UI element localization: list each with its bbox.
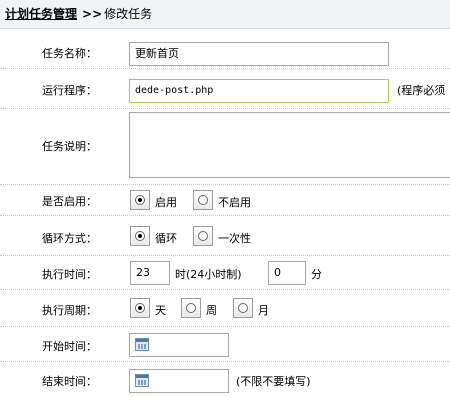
header-bar: 计划任务管理 >> 修改任务 (0, 0, 450, 29)
calendar-icon[interactable] (135, 338, 149, 351)
loop-option-once-label: 一次性 (218, 232, 251, 245)
breadcrumb: 计划任务管理 >> 修改任务 (5, 7, 152, 22)
row-loop-mode: 循环方式： 循环 一次性 (0, 216, 450, 256)
period-option-week-label: 周 (206, 304, 217, 317)
loop-radio-repeat[interactable] (130, 226, 150, 246)
end-time-label: 结束时间： (42, 375, 97, 388)
radio-checked-icon (135, 195, 145, 205)
row-exec-period: 执行周期： 天 周 月 (0, 290, 450, 327)
loop-radio-once[interactable] (193, 226, 213, 246)
enabled-option-on-label: 启用 (155, 196, 177, 209)
row-description: 任务说明： (0, 109, 450, 185)
loop-mode-label: 循环方式： (42, 232, 97, 245)
exec-time-label: 执行时间： (42, 268, 97, 281)
row-start-time: 开始时间： (0, 327, 450, 362)
start-time-label: 开始时间： (42, 340, 97, 353)
enabled-label: 是否启用： (42, 195, 97, 208)
period-radio-week[interactable] (181, 298, 201, 318)
period-option-month-label: 月 (258, 304, 269, 317)
enabled-radio-on[interactable] (130, 190, 150, 210)
breadcrumb-root-link[interactable]: 计划任务管理 (5, 7, 77, 21)
breadcrumb-current: 修改任务 (104, 7, 153, 21)
enabled-radio-off[interactable] (193, 190, 213, 210)
exec-hour-unit: 时(24小时制) (175, 268, 242, 281)
exec-minute-unit: 分 (311, 268, 322, 281)
row-exec-time: 执行时间： 23 时(24小时制) 0 分 (0, 256, 450, 290)
period-radio-month[interactable] (233, 298, 253, 318)
radio-unchecked-icon (186, 303, 196, 313)
row-task-name: 任务名称： 更新首页 (0, 36, 450, 69)
radio-checked-icon (135, 303, 145, 313)
task-name-label: 任务名称： (42, 47, 97, 60)
description-textarea[interactable] (129, 112, 450, 178)
breadcrumb-separator: >> (82, 7, 103, 21)
radio-unchecked-icon (198, 231, 208, 241)
row-end-time: 结束时间： (不限不要填写) (0, 362, 450, 397)
period-option-day-label: 天 (155, 304, 166, 317)
period-radio-day[interactable] (130, 298, 150, 318)
row-enabled: 是否启用： 启用 不启用 (0, 185, 450, 216)
row-program: 运行程序： dede-post.php (程序必须 (0, 69, 450, 109)
radio-unchecked-icon (238, 303, 248, 313)
program-input[interactable]: dede-post.php (129, 79, 389, 103)
task-name-input[interactable]: 更新首页 (129, 42, 389, 66)
exec-minute-input[interactable]: 0 (268, 261, 306, 285)
end-time-input[interactable] (129, 369, 229, 393)
program-note: (程序必须 (397, 84, 446, 97)
exec-period-label: 执行周期： (42, 304, 97, 317)
calendar-icon[interactable] (135, 374, 149, 387)
radio-unchecked-icon (198, 195, 208, 205)
end-time-note: (不限不要填写) (236, 375, 311, 388)
loop-option-repeat-label: 循环 (155, 232, 177, 245)
exec-hour-input[interactable]: 23 (130, 261, 170, 285)
enabled-option-off-label: 不启用 (218, 196, 251, 209)
description-label: 任务说明： (42, 140, 97, 153)
start-time-input[interactable] (129, 333, 229, 357)
program-label: 运行程序： (42, 84, 97, 97)
radio-checked-icon (135, 231, 145, 241)
